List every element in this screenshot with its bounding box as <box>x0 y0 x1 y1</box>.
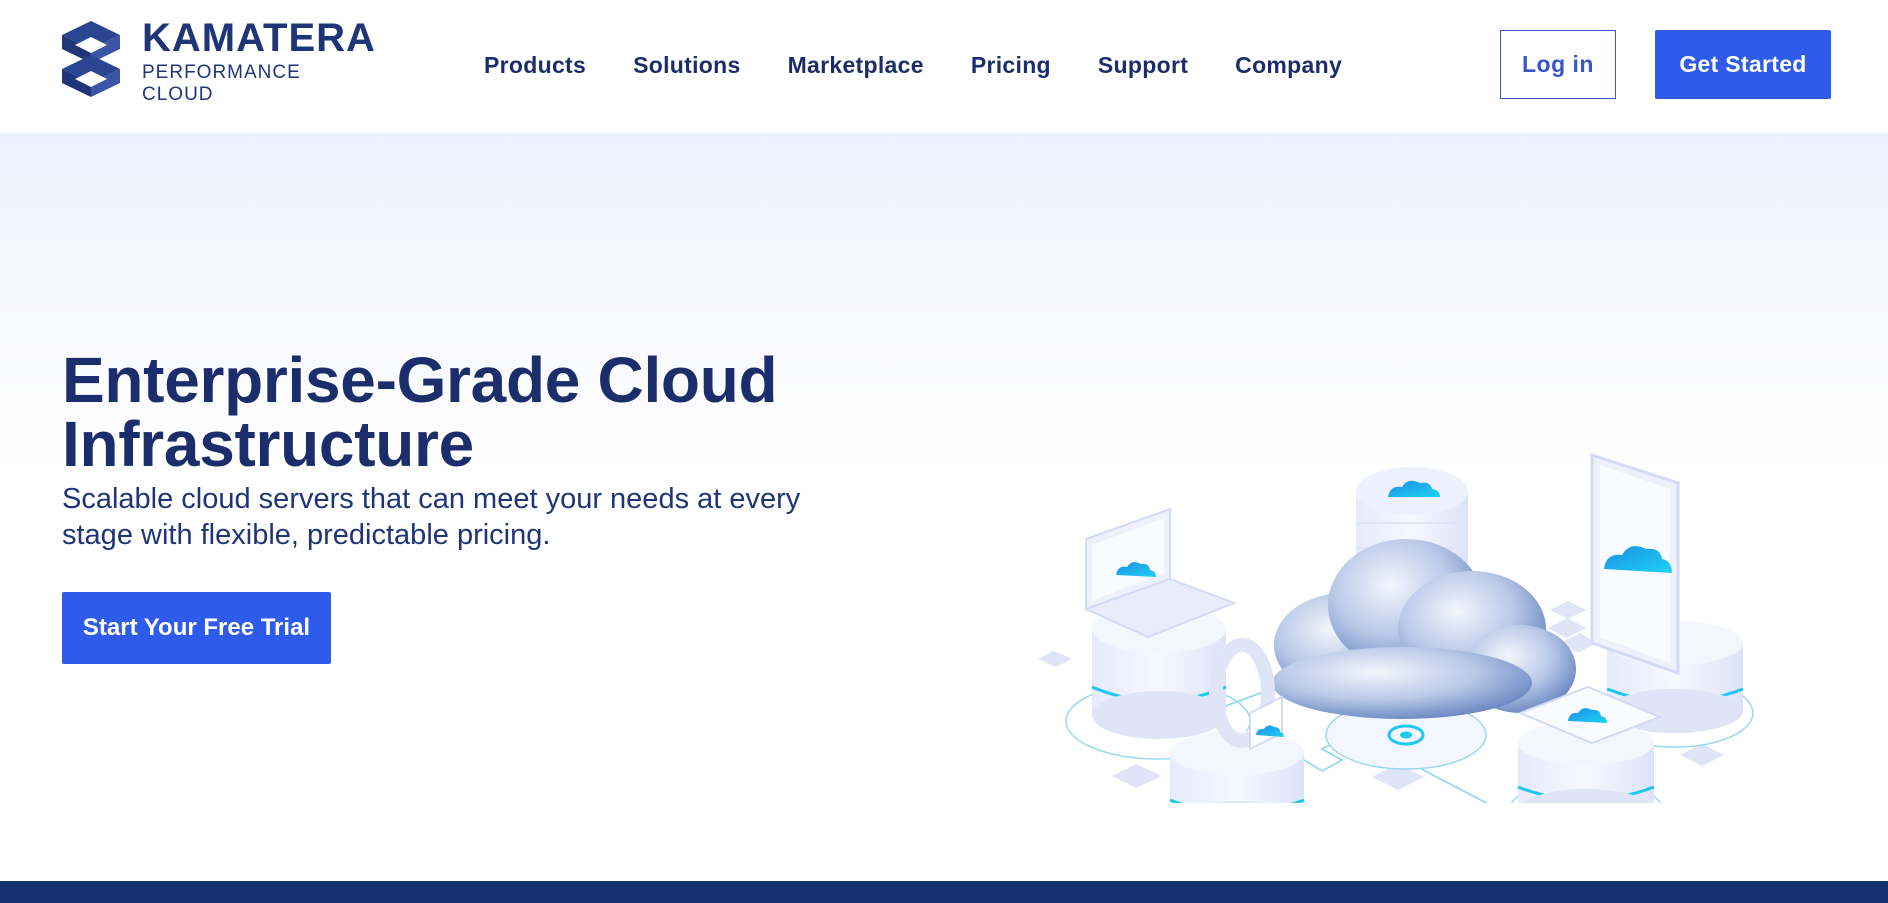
nav-pricing[interactable]: Pricing <box>971 52 1051 79</box>
nav-company[interactable]: Company <box>1235 52 1342 79</box>
brand-name: KAMATERA <box>142 16 376 60</box>
hero-title: Enterprise-Grade Cloud Infrastructure <box>62 344 778 480</box>
brand-logo[interactable]: KAMATERA PERFORMANCE CLOUD <box>62 18 375 105</box>
hero-section: Enterprise-Grade Cloud Infrastructure Sc… <box>0 133 1888 881</box>
hero-subtitle: Scalable cloud servers that can meet you… <box>62 483 801 551</box>
get-started-button[interactable]: Get Started <box>1655 30 1831 99</box>
main-nav: Products Solutions Marketplace Pricing S… <box>484 48 1389 82</box>
nav-solutions[interactable]: Solutions <box>633 52 740 79</box>
login-button[interactable]: Log in <box>1500 30 1616 99</box>
kamatera-logo-icon <box>62 21 120 97</box>
site-header: KAMATERA PERFORMANCE CLOUD Products Solu… <box>0 0 1888 133</box>
footer-band <box>0 881 1888 903</box>
brand-tagline: PERFORMANCE CLOUD <box>142 62 301 105</box>
nav-support[interactable]: Support <box>1098 52 1188 79</box>
start-free-trial-button[interactable]: Start Your Free Trial <box>62 592 331 664</box>
nav-marketplace[interactable]: Marketplace <box>788 52 924 79</box>
cloud-infrastructure-illustration <box>1038 452 1754 803</box>
nav-products[interactable]: Products <box>484 52 586 79</box>
